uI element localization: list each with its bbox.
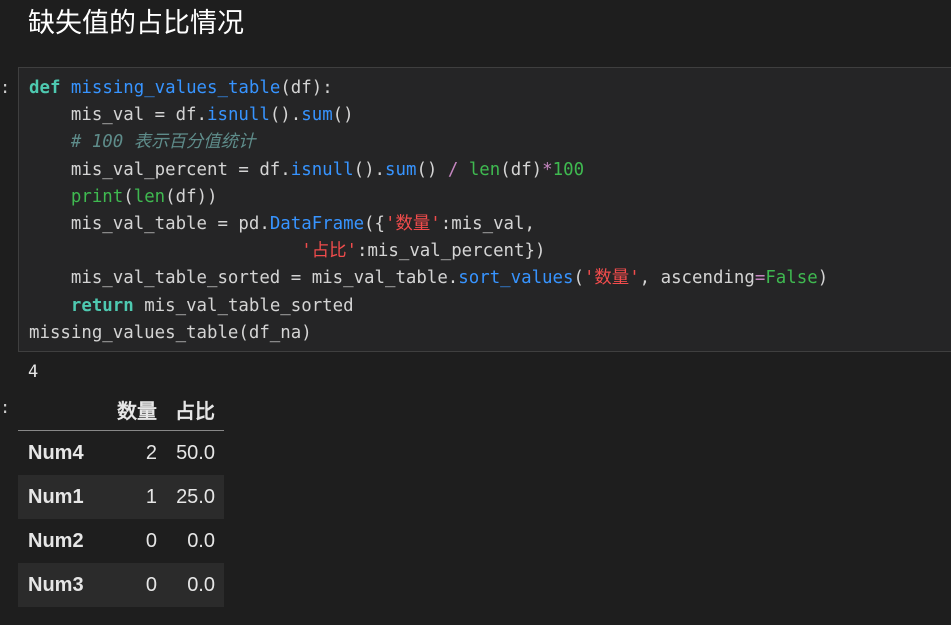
row-index: Num3 (28, 573, 84, 596)
code-editor[interactable]: def missing_values_table(df): mis_val = … (29, 75, 828, 347)
table-row: Num4 2 50.0 (18, 431, 224, 476)
code-line: print(len(df)) (70, 186, 218, 207)
code-cell[interactable]: def missing_values_table(df): mis_val = … (18, 67, 951, 352)
dataframe-table: 数量 占比 Num4 2 50.0 Num1 1 25.0 Num2 0 0.0… (18, 388, 224, 607)
cell-count: 2 (145, 441, 157, 464)
code-line: mis_val = df.isnull().sum() (29, 105, 354, 126)
cell-count: 1 (145, 485, 157, 508)
code-line: missing_values_table(df_na) (29, 322, 312, 343)
row-index: Num2 (28, 529, 84, 552)
cell-pct: 25.0 (176, 485, 215, 508)
code-line: # 100 表示百分值统计 (70, 132, 256, 153)
cell-pct: 0.0 (187, 529, 215, 552)
page-title: 缺失值的占比情况 (28, 8, 244, 39)
table-row: Num1 1 25.0 (18, 475, 224, 519)
stdout-output: 4 (28, 362, 39, 382)
row-index: Num4 (28, 441, 84, 464)
table-row: Num3 0 0.0 (18, 563, 224, 607)
cell-pct: 0.0 (187, 573, 215, 596)
column-header-count: 数量 (108, 388, 166, 431)
column-header-pct: 占比 (166, 388, 224, 431)
code-line: def missing_values_table(df): (29, 78, 333, 98)
table-row: Num2 0 0.0 (18, 519, 224, 563)
table-header-row: 数量 占比 (18, 388, 224, 431)
code-line: mis_val_table = pd.DataFrame({'数量':mis_v… (29, 214, 535, 235)
code-line: '占比':mis_val_percent}) (301, 241, 546, 262)
code-line: return mis_val_table_sorted (70, 295, 354, 316)
output-cell-prompt: : (0, 398, 11, 418)
dataframe-output: 数量 占比 Num4 2 50.0 Num1 1 25.0 Num2 0 0.0… (18, 388, 224, 607)
row-index: Num1 (28, 485, 84, 508)
code-line: mis_val_percent = df.isnull().sum() / le… (29, 159, 585, 180)
cell-count: 0 (145, 573, 157, 596)
code-line: mis_val_table_sorted = mis_val_table.sor… (29, 268, 829, 289)
code-cell-prompt: : (0, 78, 11, 98)
cell-pct: 50.0 (176, 441, 215, 464)
index-header (18, 388, 108, 431)
cell-count: 0 (145, 529, 157, 552)
